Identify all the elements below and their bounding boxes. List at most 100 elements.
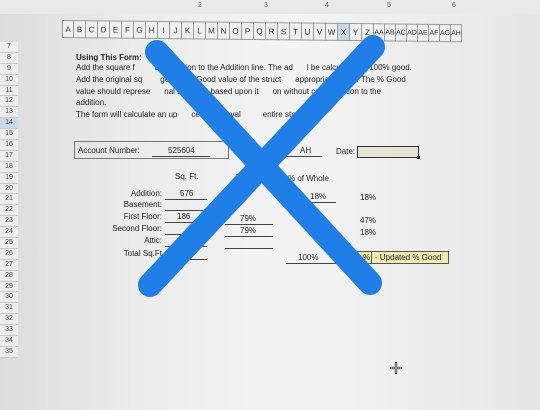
ruler-tick: 2 (198, 2, 202, 9)
underline (225, 248, 273, 249)
instructions-line: value should represe nal structure based … (76, 87, 382, 96)
column-header[interactable]: N (218, 21, 230, 40)
underline (284, 156, 322, 157)
row-header[interactable]: 31 (0, 303, 18, 315)
second-floor-good[interactable]: 79% (240, 226, 256, 235)
crosshair-cursor-icon (390, 362, 402, 374)
column-header[interactable]: H (146, 20, 158, 40)
row-header[interactable]: 27 (0, 259, 18, 271)
column-header[interactable]: AB (385, 23, 396, 42)
row-header[interactable]: 22 (0, 205, 18, 217)
column-header[interactable]: U (302, 22, 314, 41)
row-header[interactable]: 26 (0, 248, 18, 260)
column-header[interactable]: AC (396, 23, 407, 42)
row-header[interactable]: 28 (0, 270, 18, 282)
column-header[interactable]: AH (451, 24, 462, 43)
instructions-line: The form will calculate an up cent Good v… (76, 110, 319, 119)
column-header[interactable]: M (206, 21, 218, 40)
row-header[interactable]: 13 (0, 107, 18, 119)
worksheet: Using This Form: Add the square f the add… (22, 42, 537, 410)
column-header[interactable]: K (182, 21, 194, 40)
column-header[interactable]: D (98, 20, 110, 39)
instructions-line: Add the square f the addition to the Addi… (76, 63, 412, 72)
row-label-total: Total Sq.Ft (123, 249, 162, 258)
column-header[interactable]: A (62, 20, 74, 39)
first-floor-good[interactable]: 79% (240, 214, 256, 223)
underline (225, 224, 273, 225)
column-header[interactable]: T (290, 22, 302, 41)
first-floor-pct: 47% (360, 216, 377, 225)
instructions-heading: Using This Form: (76, 53, 142, 62)
row-header[interactable]: 29 (0, 281, 18, 293)
column-header[interactable]: Y (350, 23, 362, 42)
row-header[interactable]: 20 (0, 183, 18, 195)
row-header-bar: 7 8 9 10 11 12 13 14 15 16 17 18 19 20 21 22 23 24 25 26 27 2… (0, 42, 18, 358)
row-header[interactable]: 35 (0, 346, 18, 358)
row-header[interactable]: 23 (0, 216, 18, 228)
underline (286, 263, 336, 264)
row-header[interactable]: 17 (0, 150, 18, 162)
column-header[interactable]: AE (418, 23, 429, 42)
instructions-line: Add the original sq ge and % Good value o… (76, 75, 406, 84)
column-header[interactable]: AA (374, 23, 385, 42)
row-header[interactable]: 15 (0, 129, 18, 141)
account-number-value[interactable]: 525604 (168, 146, 195, 155)
column-header[interactable]: X (338, 22, 350, 42)
row-header[interactable]: 19 (0, 172, 18, 184)
row-header[interactable]: 18 (0, 161, 18, 173)
account-partial-text: AH (300, 146, 312, 155)
row-header[interactable]: 24 (0, 227, 18, 239)
date-cell[interactable] (357, 146, 420, 159)
column-header[interactable]: S (278, 22, 290, 41)
ruler: 2 3 4 5 6 (0, 0, 540, 14)
ruler-tick: 4 (325, 2, 329, 9)
row-header[interactable]: 11 (0, 85, 18, 97)
column-header[interactable]: B (74, 20, 86, 39)
ruler-tick: 3 (264, 2, 268, 9)
column-header[interactable]: AG (440, 23, 451, 43)
header-partial: t (236, 172, 239, 181)
row-header[interactable]: 7 (0, 42, 18, 53)
column-header[interactable]: F (122, 20, 134, 39)
header-of-whole: % of Whole (288, 174, 329, 183)
row-header[interactable]: 34 (0, 336, 18, 347)
column-header[interactable]: AD (407, 23, 418, 42)
underline (288, 202, 336, 203)
underline (165, 210, 207, 211)
column-header[interactable]: W (326, 22, 338, 41)
row-header[interactable]: 14 (0, 118, 18, 130)
underline (165, 234, 207, 235)
column-header[interactable]: O (230, 21, 242, 40)
column-header[interactable]: P (242, 21, 254, 41)
underline (165, 199, 207, 200)
row-header[interactable]: 25 (0, 238, 18, 249)
row-header[interactable]: 32 (0, 314, 18, 326)
addition-pct: 18% (360, 193, 377, 202)
column-header[interactable]: R (266, 22, 278, 41)
column-header[interactable]: I (158, 21, 170, 40)
row-header[interactable]: 8 (0, 52, 18, 64)
addition-sqft[interactable]: 576 (180, 189, 193, 198)
column-header[interactable]: Q (254, 22, 266, 41)
first-floor-sqft[interactable]: 186 (177, 212, 190, 221)
column-header[interactable]: J (170, 21, 182, 40)
row-header[interactable]: 21 (0, 194, 18, 206)
total-whole: 100% (298, 253, 319, 262)
column-header[interactable]: E (110, 20, 122, 39)
column-header[interactable]: G (134, 20, 146, 39)
column-header[interactable]: L (194, 21, 206, 40)
row-header[interactable]: 30 (0, 292, 18, 304)
column-header[interactable]: Z (362, 23, 374, 42)
instructions-line: addition. (76, 98, 107, 107)
row-header[interactable]: 9 (0, 63, 18, 75)
column-header[interactable]: V (314, 22, 326, 41)
column-header[interactable]: C (86, 20, 98, 39)
header-sqft: Sq. Ft. (175, 172, 199, 181)
column-header[interactable]: AF (429, 23, 440, 42)
ruler-tick: 6 (452, 2, 456, 9)
row-header[interactable]: 12 (0, 96, 18, 108)
row-header[interactable]: 33 (0, 325, 18, 337)
row-header[interactable]: 16 (0, 140, 18, 151)
date-label: Date: (336, 147, 356, 156)
row-header[interactable]: 10 (0, 74, 18, 86)
